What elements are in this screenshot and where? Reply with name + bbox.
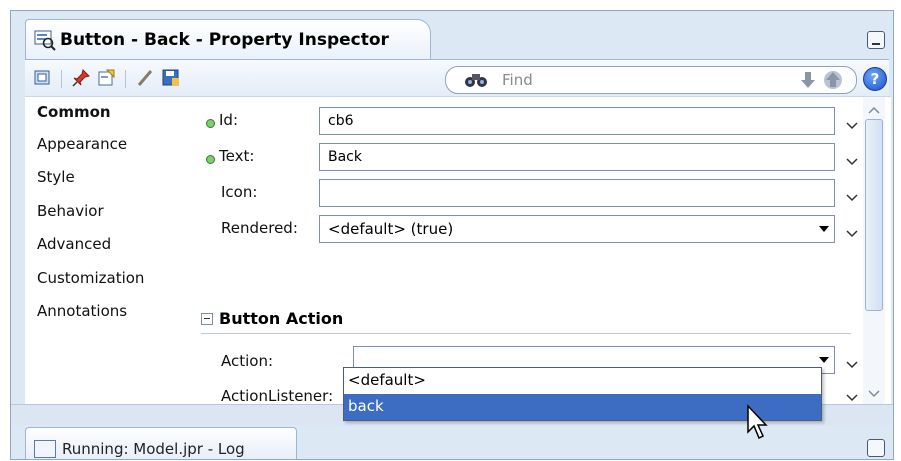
collapse-icon[interactable]	[201, 313, 213, 325]
nav-item-annotations[interactable]: Annotations	[37, 302, 127, 320]
minimize-button[interactable]	[867, 439, 885, 457]
id-field[interactable]: cb6	[319, 107, 835, 135]
nav-item-behavior[interactable]: Behavior	[37, 202, 104, 220]
chevron-down-icon[interactable]	[845, 153, 859, 166]
text-label: Text:	[219, 147, 255, 165]
find-next-icon[interactable]	[798, 70, 818, 90]
chevron-down-icon[interactable]	[845, 356, 859, 369]
edit-properties-icon[interactable]	[97, 68, 117, 88]
required-indicator	[206, 119, 215, 128]
mouse-cursor-icon	[746, 404, 770, 444]
button-action-section[interactable]: Button Action	[201, 309, 343, 328]
chevron-down-icon[interactable]	[845, 225, 859, 238]
nav-item-customization[interactable]: Customization	[37, 269, 144, 287]
dropdown-arrow-icon[interactable]	[814, 216, 834, 242]
icon-label: Icon:	[221, 183, 258, 201]
rendered-label: Rendered:	[221, 219, 298, 237]
chevron-down-icon[interactable]	[845, 189, 859, 202]
toolbar: Find ?	[25, 59, 889, 96]
window-title: Button - Back - Property Inspector	[60, 30, 389, 50]
save-properties-icon[interactable]	[161, 68, 181, 88]
section-divider	[201, 333, 851, 334]
scrollbar-thumb[interactable]	[865, 119, 883, 311]
chevron-down-icon[interactable]	[845, 117, 859, 130]
log-tab[interactable]: Running: Model.jpr - Log	[25, 427, 297, 459]
scroll-up-icon[interactable]	[867, 101, 881, 114]
icon-field[interactable]	[319, 179, 835, 207]
properties-form: Id: cb6 Text: Back Icon: Rendered: <defa…	[193, 97, 861, 405]
category-nav: Common Appearance Style Behavior Advance…	[25, 97, 185, 404]
inspector-title-tab[interactable]: Button - Back - Property Inspector	[25, 19, 431, 60]
property-inspector-icon	[34, 29, 56, 51]
actionlistener-label: ActionListener:	[221, 387, 334, 405]
chevron-down-icon[interactable]	[845, 389, 859, 402]
binoculars-icon	[464, 71, 488, 89]
scroll-down-icon[interactable]	[867, 385, 881, 398]
help-button[interactable]: ?	[863, 67, 887, 91]
nav-item-appearance[interactable]: Appearance	[37, 135, 127, 153]
required-indicator	[206, 155, 215, 164]
find-previous-icon[interactable]	[822, 70, 844, 90]
log-icon	[34, 440, 56, 458]
bind-icon[interactable]	[33, 68, 53, 88]
vertical-scrollbar[interactable]	[863, 97, 885, 404]
toolbar-divider	[125, 70, 126, 88]
pin-icon[interactable]	[71, 68, 91, 88]
toolbar-divider	[61, 70, 62, 88]
section-title: Button Action	[219, 309, 344, 328]
pencil-icon[interactable]	[135, 68, 155, 88]
inspector-panel: Common Appearance Style Behavior Advance…	[25, 96, 891, 405]
rendered-value: <default> (true)	[328, 220, 454, 238]
id-label: Id:	[219, 111, 238, 129]
dropdown-option-default[interactable]: <default>	[344, 368, 821, 394]
minimize-button[interactable]	[867, 31, 885, 49]
find-placeholder: Find	[502, 71, 533, 89]
find-field[interactable]: Find	[445, 66, 857, 94]
log-tab-label: Running: Model.jpr - Log	[62, 440, 245, 458]
text-field[interactable]: Back	[319, 143, 835, 171]
top-edge	[0, 0, 901, 10]
action-label: Action:	[221, 352, 274, 370]
rendered-select[interactable]: <default> (true)	[319, 215, 835, 243]
nav-item-style[interactable]: Style	[37, 168, 75, 186]
nav-item-common[interactable]: Common	[37, 103, 111, 121]
nav-item-advanced[interactable]: Advanced	[37, 235, 111, 253]
